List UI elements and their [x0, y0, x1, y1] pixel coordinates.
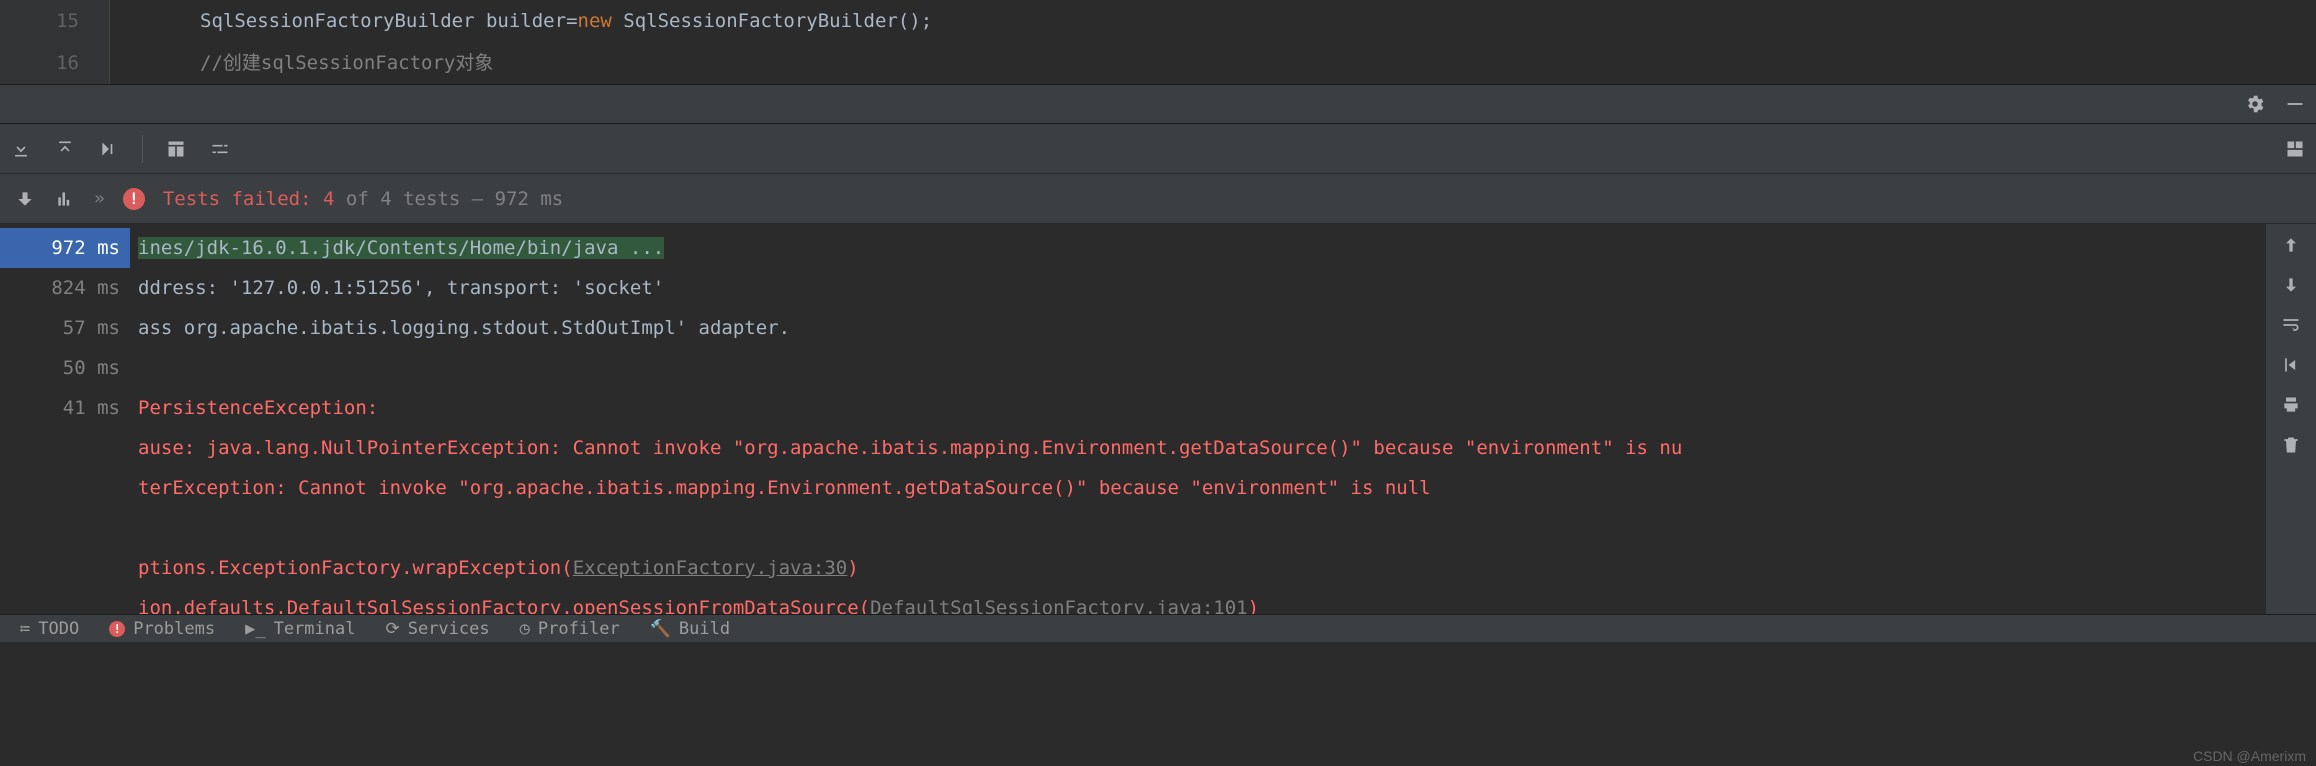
- console-line: PersistenceException:: [138, 388, 2258, 428]
- code-editor[interactable]: 15 16 SqlSessionFactoryBuilder builder=n…: [0, 0, 2316, 84]
- settings-sliders-icon[interactable]: [209, 138, 231, 160]
- tab-problems[interactable]: ! Problems: [109, 619, 215, 639]
- console-line: ause: java.lang.NullPointerException: Ca…: [138, 428, 2258, 468]
- soft-wrap-icon[interactable]: [2280, 314, 2302, 336]
- tab-profiler[interactable]: ◷ Profiler: [520, 619, 620, 639]
- console-output[interactable]: ines/jdk-16.0.1.jdk/Contents/Home/bin/ja…: [130, 224, 2266, 614]
- toolbar-divider: [142, 135, 143, 163]
- table-icon[interactable]: [165, 138, 187, 160]
- timing-cell[interactable]: 41 ms: [0, 388, 130, 428]
- arrow-down-icon[interactable]: [14, 188, 36, 210]
- tests-failed-count: Tests failed: 4: [163, 188, 335, 210]
- console-side-actions: [2266, 224, 2316, 614]
- print-icon[interactable]: [2280, 394, 2302, 416]
- bottom-tool-tabs: ≔ TODO ! Problems ▶_ Terminal ⟳ Services…: [0, 614, 2316, 642]
- warning-icon: !: [109, 621, 125, 637]
- layout-icon[interactable]: [2284, 138, 2306, 160]
- tab-label: TODO: [38, 619, 79, 639]
- editor-content[interactable]: SqlSessionFactoryBuilder builder=new Sql…: [110, 0, 2316, 84]
- trash-icon[interactable]: [2280, 434, 2302, 456]
- timing-cell[interactable]: 972 ms: [0, 228, 130, 268]
- stacktrace-link[interactable]: DefaultSqlSessionFactory.java:101: [870, 597, 1248, 614]
- console-line: ddress: '127.0.0.1:51256', transport: 's…: [138, 268, 2258, 308]
- chart-bars-icon[interactable]: [54, 188, 76, 210]
- tab-label: Profiler: [538, 619, 620, 639]
- line-number: 16: [0, 42, 79, 84]
- code-line[interactable]: //创建sqlSessionFactory对象: [200, 42, 2316, 84]
- timing-cell[interactable]: 824 ms: [0, 268, 130, 308]
- timings-column[interactable]: 972 ms 824 ms 57 ms 50 ms 41 ms: [0, 224, 130, 614]
- minimize-icon[interactable]: [2284, 93, 2306, 115]
- tests-total-summary: of 4 tests – 972 ms: [334, 188, 563, 210]
- terminal-icon: ▶_: [245, 619, 265, 639]
- tab-services[interactable]: ⟳ Services: [385, 619, 489, 639]
- profiler-icon: ◷: [520, 619, 530, 639]
- arrow-up-icon[interactable]: [2280, 234, 2302, 256]
- stacktrace-link[interactable]: ExceptionFactory.java:30: [573, 557, 848, 579]
- console-line: terException: Cannot invoke "org.apache.…: [138, 468, 2258, 508]
- watermark-text: CSDN @Amerixm: [2193, 748, 2306, 764]
- console-line: ptions.ExceptionFactory.wrapException(Ex…: [138, 548, 2258, 588]
- scroll-to-end-icon[interactable]: [2280, 354, 2302, 376]
- tab-label: Terminal: [274, 619, 356, 639]
- tab-label: Build: [679, 619, 730, 639]
- go-to-source-icon[interactable]: [98, 138, 120, 160]
- console-line: ines/jdk-16.0.1.jdk/Contents/Home/bin/ja…: [138, 228, 2258, 268]
- tab-terminal[interactable]: ▶_ Terminal: [245, 619, 355, 639]
- test-status-text: Tests failed: 4 of 4 tests – 972 ms: [163, 188, 563, 210]
- console-line: [138, 348, 2258, 388]
- panel-header: [0, 84, 2316, 124]
- breadcrumb-chevron: »: [94, 188, 105, 209]
- fail-badge-icon: !: [123, 188, 145, 210]
- hammer-icon: 🔨: [650, 619, 671, 639]
- services-icon: ⟳: [385, 619, 399, 639]
- test-results-bar: » ! Tests failed: 4 of 4 tests – 972 ms: [0, 174, 2316, 224]
- code-line[interactable]: SqlSessionFactoryBuilder builder=new Sql…: [200, 0, 2316, 42]
- timing-cell[interactable]: 50 ms: [0, 348, 130, 388]
- tab-build[interactable]: 🔨 Build: [650, 619, 730, 639]
- test-results-body: 972 ms 824 ms 57 ms 50 ms 41 ms ines/jdk…: [0, 224, 2316, 614]
- line-number: 15: [0, 0, 79, 42]
- tab-todo[interactable]: ≔ TODO: [20, 619, 79, 639]
- test-toolbar: [0, 124, 2316, 174]
- console-line: ass org.apache.ibatis.logging.stdout.Std…: [138, 308, 2258, 348]
- gear-icon[interactable]: [2244, 93, 2266, 115]
- console-line: [138, 508, 2258, 548]
- editor-gutter: 15 16: [0, 0, 110, 84]
- import-down-icon[interactable]: [10, 138, 32, 160]
- export-up-icon[interactable]: [54, 138, 76, 160]
- list-icon: ≔: [20, 619, 30, 639]
- tab-label: Services: [408, 619, 490, 639]
- timing-cell[interactable]: 57 ms: [0, 308, 130, 348]
- arrow-down-icon[interactable]: [2280, 274, 2302, 296]
- tab-label: Problems: [133, 619, 215, 639]
- console-line: ion.defaults.DefaultSqlSessionFactory.op…: [138, 588, 2258, 614]
